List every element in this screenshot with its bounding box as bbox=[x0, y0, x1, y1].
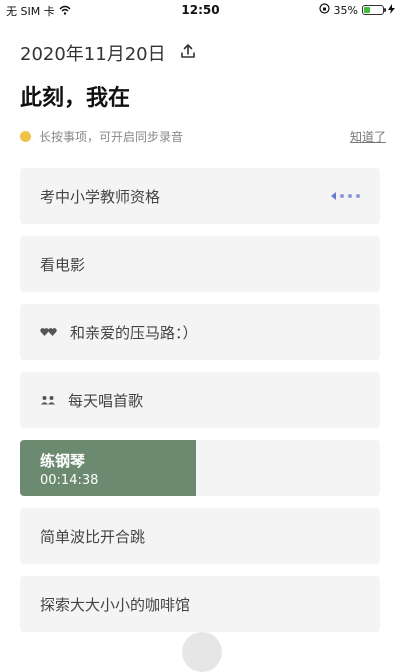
task-item[interactable]: 每天唱首歌 bbox=[20, 372, 380, 428]
people-icon bbox=[40, 395, 56, 405]
task-label: 考中小学教师资格 bbox=[40, 187, 161, 206]
share-icon[interactable] bbox=[180, 43, 196, 64]
got-it-link[interactable]: 知道了 bbox=[350, 128, 386, 145]
task-label: 每天唱首歌 bbox=[68, 391, 144, 410]
task-item[interactable]: 和亲爱的压马路：） bbox=[20, 304, 380, 360]
task-label: 探索大大小小的咖啡馆 bbox=[40, 595, 191, 614]
status-bar: 无 SIM 卡 12:50 35% bbox=[0, 0, 401, 20]
battery-icon bbox=[362, 5, 386, 15]
charging-icon bbox=[388, 3, 395, 17]
hint-row: 长按事项，可开启同步录音 知道了 bbox=[20, 128, 386, 145]
task-item-active[interactable]: 练钢琴 00:14:38 bbox=[20, 440, 380, 496]
task-list: 考中小学教师资格 看电影 和亲爱的压马路：） 每天唱首歌 练钢琴 00:14:3… bbox=[20, 168, 380, 644]
task-label: 简单波比开合跳 bbox=[40, 527, 146, 546]
task-item[interactable]: 简单波比开合跳 bbox=[20, 508, 380, 564]
battery-percent: 35% bbox=[333, 3, 358, 17]
task-label: 看电影 bbox=[40, 255, 86, 274]
bottom-button[interactable] bbox=[182, 632, 222, 672]
task-label: 练钢琴 bbox=[40, 452, 86, 470]
task-timer: 00:14:38 bbox=[40, 473, 99, 488]
speech-bubble-icon bbox=[20, 131, 31, 142]
date-row: 2020年11月20日 bbox=[20, 40, 196, 66]
status-right: 35% bbox=[318, 3, 395, 17]
task-item[interactable]: 看电影 bbox=[20, 236, 380, 292]
task-item[interactable]: 考中小学教师资格 bbox=[20, 168, 380, 224]
task-item[interactable]: 探索大大小小的咖啡馆 bbox=[20, 576, 380, 632]
active-task-text: 练钢琴 00:14:38 bbox=[40, 450, 98, 488]
task-label: 和亲爱的压马路：） bbox=[70, 323, 198, 342]
voice-dots-icon[interactable] bbox=[331, 192, 360, 200]
page-title: 此刻，我在 bbox=[20, 86, 131, 111]
orientation-lock-icon bbox=[318, 3, 330, 17]
date-label: 2020年11月20日 bbox=[20, 44, 166, 65]
battery-level bbox=[364, 7, 371, 13]
hearts-icon bbox=[40, 327, 58, 337]
hint-text: 长按事项，可开启同步录音 bbox=[39, 130, 184, 144]
